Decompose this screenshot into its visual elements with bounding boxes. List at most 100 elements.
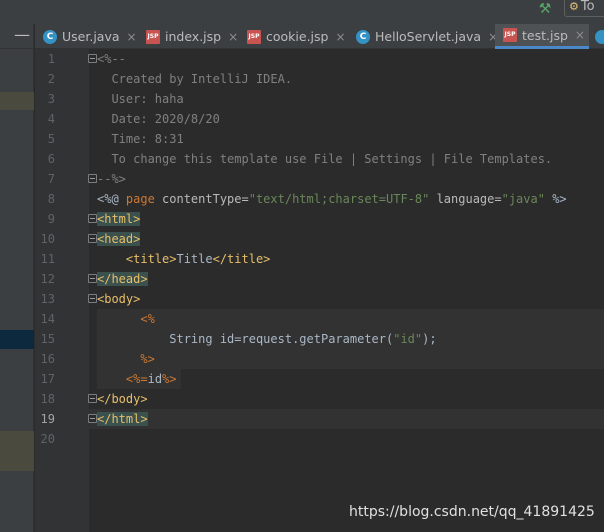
project-tree-highlight[interactable] bbox=[0, 431, 34, 471]
code-line: <% bbox=[97, 309, 155, 329]
current-line-highlight bbox=[89, 409, 604, 429]
line-number-gutter: 1 2 3 4 5 6 7 8 9 10 11 12 13 14 15 16 1… bbox=[35, 49, 89, 532]
html-tag: </body> bbox=[97, 392, 148, 406]
line-number: 10 bbox=[40, 232, 55, 246]
line-number: 20 bbox=[40, 432, 55, 446]
html-tag: <head> bbox=[97, 232, 141, 246]
run-configuration-button[interactable]: ⚙ To bbox=[564, 0, 604, 17]
line-number: 9 bbox=[47, 212, 55, 226]
fold-icon[interactable] bbox=[88, 394, 97, 403]
close-icon[interactable]: × bbox=[228, 30, 238, 44]
attribute-name: language= bbox=[429, 192, 502, 206]
line-number: 3 bbox=[47, 92, 55, 106]
java-class-icon: C bbox=[43, 29, 57, 44]
code-line: <%=id%> bbox=[97, 369, 177, 389]
tab-label: User.java bbox=[62, 29, 120, 44]
line-number: 1 bbox=[47, 52, 55, 66]
java-class-icon[interactable] bbox=[595, 30, 604, 44]
code-line: To change this template use File | Setti… bbox=[97, 152, 553, 166]
code-line: Time: 8:31 bbox=[97, 132, 184, 146]
java-code: String id=request.getParameter( bbox=[169, 332, 394, 346]
tab-label: cookie.jsp bbox=[266, 29, 329, 44]
tab-helloservlet-java[interactable]: C HelloServlet.java × bbox=[348, 24, 498, 49]
code-line: <html> bbox=[97, 209, 141, 229]
line-number: 2 bbox=[47, 72, 55, 86]
top-toolbar: ⚒ ⚙ To bbox=[0, 0, 604, 24]
attribute-name: contentType= bbox=[154, 192, 249, 206]
tab-label: test.jsp bbox=[522, 27, 568, 43]
code-line: %> bbox=[97, 349, 155, 369]
close-icon[interactable]: × bbox=[575, 28, 585, 42]
fold-icon[interactable] bbox=[88, 174, 97, 183]
java-code: ); bbox=[422, 332, 437, 346]
html-tag: <title> bbox=[125, 252, 177, 266]
code-line: <%@ page contentType="text/html;charset=… bbox=[97, 189, 567, 209]
tab-test-jsp[interactable]: JSP test.jsp × bbox=[495, 24, 589, 49]
code-line: Created by IntelliJ IDEA. bbox=[97, 72, 293, 86]
jsp-file-icon: JSP bbox=[146, 29, 160, 44]
jsp-directive-open: <%@ bbox=[97, 192, 126, 206]
html-tag: <html> bbox=[97, 212, 141, 226]
hammer-icon[interactable]: ⚒ bbox=[536, 0, 554, 18]
editor-tab-bar: C User.java × JSP index.jsp × JSP cookie… bbox=[35, 24, 604, 49]
code-line: </html> bbox=[97, 409, 148, 429]
line-number: 8 bbox=[47, 192, 55, 206]
line-number: 17 bbox=[40, 372, 55, 386]
close-icon[interactable]: × bbox=[335, 30, 345, 44]
fold-icon[interactable] bbox=[88, 214, 97, 223]
attribute-value: "text/html;charset=UTF-8" bbox=[248, 192, 430, 206]
minimize-icon: — bbox=[14, 25, 30, 44]
attribute-value: "java" bbox=[501, 192, 545, 206]
tab-label: HelloServlet.java bbox=[375, 29, 482, 44]
current-line-number: 19 bbox=[40, 412, 55, 426]
html-tag: <body> bbox=[97, 292, 141, 306]
code-line: String id=request.getParameter("id"); bbox=[97, 329, 437, 349]
fold-icon[interactable] bbox=[88, 274, 97, 283]
line-number: 18 bbox=[40, 392, 55, 406]
collapse-panel-button[interactable]: — bbox=[0, 24, 34, 49]
jsp-directive-close: %> bbox=[544, 192, 567, 206]
run-configuration-label: To bbox=[580, 0, 595, 14]
project-tree-selected-item[interactable] bbox=[0, 330, 34, 349]
line-number: 4 bbox=[47, 112, 55, 126]
watermark: https://blog.csdn.net/qq_41891425 bbox=[349, 504, 595, 520]
code-editor[interactable]: 1 2 3 4 5 6 7 8 9 10 11 12 13 14 15 16 1… bbox=[35, 49, 604, 532]
code-line: <body> bbox=[97, 289, 140, 309]
line-number: 15 bbox=[40, 332, 55, 346]
line-number: 13 bbox=[40, 292, 55, 306]
fold-icon[interactable] bbox=[88, 54, 97, 63]
project-tree-highlight[interactable] bbox=[0, 92, 34, 110]
fold-icon[interactable] bbox=[88, 234, 97, 243]
code-line: </head> bbox=[97, 269, 148, 289]
tab-index-jsp[interactable]: JSP index.jsp × bbox=[138, 24, 239, 49]
code-line: --%> bbox=[97, 172, 126, 186]
html-tag: </html> bbox=[97, 412, 148, 426]
line-number: 6 bbox=[47, 152, 55, 166]
code-line: User: haha bbox=[97, 92, 184, 106]
directive-keyword: page bbox=[125, 192, 155, 206]
run-config-icon: ⚙ bbox=[569, 0, 579, 13]
java-class-icon: C bbox=[356, 29, 370, 44]
line-number: 7 bbox=[47, 172, 55, 186]
code-line: Date: 2020/8/20 bbox=[97, 112, 220, 126]
expression-close: %> bbox=[162, 372, 177, 386]
expression-text: id bbox=[147, 372, 163, 386]
close-icon[interactable]: × bbox=[127, 30, 137, 44]
line-number: 11 bbox=[40, 252, 55, 266]
scriptlet-open: <% bbox=[140, 312, 155, 326]
code-line: <title>Title</title> bbox=[97, 249, 271, 269]
tag-text: Title bbox=[176, 252, 213, 266]
html-tag: </title> bbox=[212, 252, 271, 266]
tab-cookie-jsp[interactable]: JSP cookie.jsp × bbox=[239, 24, 348, 49]
scriptlet-close: %> bbox=[140, 352, 155, 366]
fold-icon[interactable] bbox=[88, 414, 97, 423]
fold-icon[interactable] bbox=[88, 294, 97, 303]
string-literal: "id" bbox=[393, 332, 423, 346]
line-number: 14 bbox=[40, 312, 55, 326]
line-number: 5 bbox=[47, 132, 55, 146]
line-number: 12 bbox=[40, 272, 55, 286]
jsp-file-icon: JSP bbox=[503, 28, 517, 42]
expression-open: <%= bbox=[125, 372, 148, 386]
tab-user-java[interactable]: C User.java × bbox=[35, 24, 138, 49]
code-line: <head> bbox=[97, 229, 141, 249]
